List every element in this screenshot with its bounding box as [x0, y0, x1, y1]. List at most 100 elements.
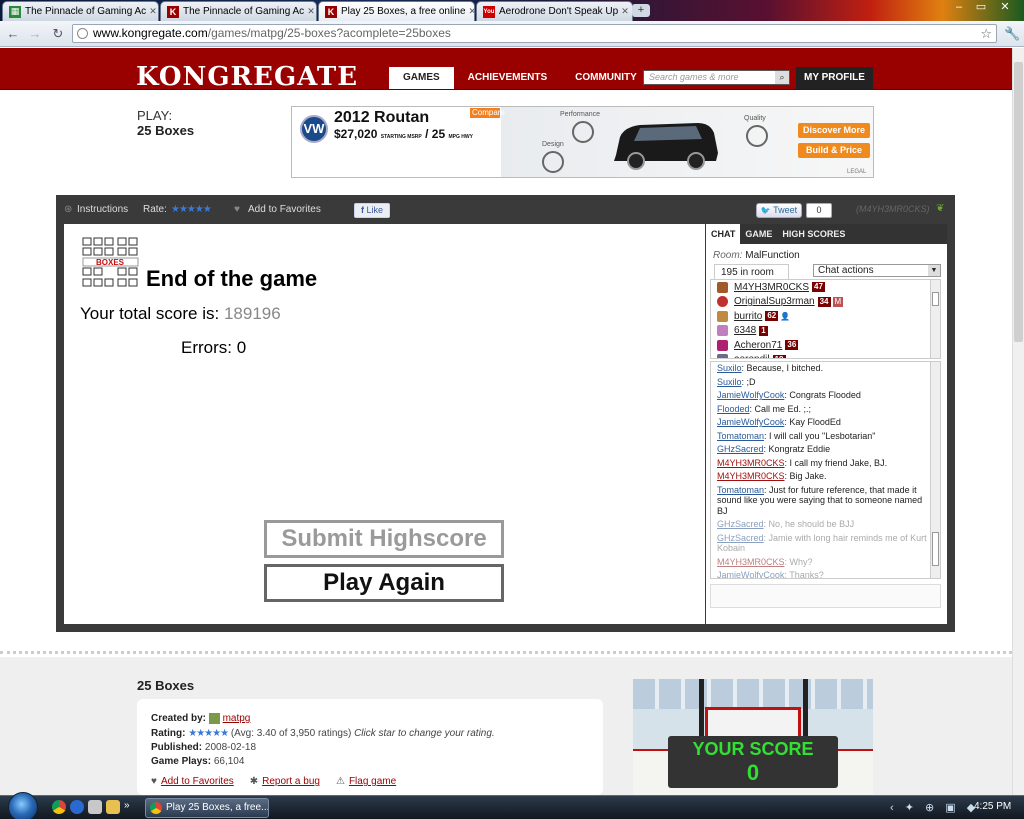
browser-tab[interactable]: You Aerodrone Don't Speak Up ✕	[476, 1, 633, 21]
nav-community[interactable]: COMMUNITY	[561, 67, 651, 89]
build-price-button[interactable]: Build & Price	[798, 143, 870, 158]
chat-scrollbar[interactable]	[930, 362, 940, 578]
rate-stars[interactable]: ★★★★★	[171, 204, 212, 215]
creator-link[interactable]: matpg	[223, 713, 251, 724]
boxes-logo-text: BOXES	[96, 258, 125, 267]
close-tab-icon[interactable]: ✕	[304, 6, 315, 17]
discover-more-button[interactable]: Discover More	[798, 123, 870, 138]
my-profile-button[interactable]: MY PROFILE	[796, 67, 873, 89]
facebook-like-button[interactable]: f Like	[354, 203, 390, 218]
chat-message-author[interactable]: Suxilo	[717, 363, 742, 373]
bookmark-star-icon[interactable]: ☆	[980, 25, 992, 42]
report-bug-action[interactable]: ✱ Report a bug	[250, 776, 320, 787]
site-header: KONGREGATE GAMES ACHIEVEMENTS COMMUNITY …	[0, 48, 1012, 92]
chat-message-text: : I will call you "Lesbotarian"	[764, 430, 876, 441]
tweet-button[interactable]: 🐦 Tweet	[756, 203, 802, 218]
user-list-scrollbar[interactable]	[930, 280, 940, 358]
chat-message-author[interactable]: M4YH3MR0CKS	[717, 471, 785, 481]
browser-tab[interactable]: K The Pinnacle of Gaming Ac ✕	[160, 1, 317, 21]
rating-row: Rating: ★★★★★ (Avg: 3.40 of 3,950 rating…	[151, 728, 495, 739]
chat-message-author[interactable]: Tomatoman	[717, 485, 764, 495]
search-input[interactable]: Search games & more ⌕	[643, 70, 790, 85]
browser-tab[interactable]: ▦ The Pinnacle of Gaming Ac ✕	[2, 1, 159, 21]
chat-message-author[interactable]: M4YH3MR0CKS	[717, 458, 785, 468]
chat-actions-select[interactable]: Chat actions ▼	[813, 264, 941, 277]
instructions-link[interactable]: Instructions	[77, 204, 128, 215]
chat-message-author[interactable]: M4YH3MR0CKS	[717, 557, 785, 567]
avatar	[717, 310, 728, 322]
wrench-icon[interactable]: 🔧	[1004, 26, 1020, 42]
ad-compare-button[interactable]: Compare	[470, 108, 505, 118]
kongregate-logo[interactable]: KONGREGATE	[136, 62, 358, 92]
game-thumbnail[interactable]: YOUR SCORE 0	[633, 679, 873, 795]
scrollbar-thumb[interactable]	[1014, 62, 1023, 342]
address-bar[interactable]: www.kongregate.com/games/matpg/25-boxes?…	[72, 24, 997, 43]
performance-dial-icon	[572, 121, 594, 143]
game-canvas[interactable]: BOXES End of the game Your total score i…	[64, 224, 705, 624]
new-tab-button[interactable]: +	[632, 4, 650, 17]
chat-message-author[interactable]: GHzSacred	[717, 533, 764, 543]
tab-game[interactable]: GAME	[740, 224, 777, 244]
chat-message-author[interactable]: JamieWolfyCook	[717, 390, 784, 400]
user-list-item[interactable]: Acheron71 36	[711, 338, 940, 353]
user-list-item[interactable]: OriginalSup3rman 34 M	[711, 295, 940, 310]
page-scrollbar[interactable]	[1012, 48, 1024, 795]
room-count-tab[interactable]: 195 in room	[714, 264, 789, 279]
chat-message-author[interactable]: Flooded	[717, 404, 750, 414]
windows-taskbar: » Play 25 Boxes, a free... ‹ ✦ ⊕ ▣ ◆ 4:2…	[0, 792, 1024, 819]
chat-message-text: : ;D	[741, 376, 756, 387]
chat-message-author[interactable]: JamieWolfyCook	[717, 570, 784, 578]
maximize-button[interactable]: ▭	[970, 0, 992, 16]
reload-icon[interactable]: ↻	[50, 26, 66, 42]
chat-message: M4YH3MR0CKS: Why?	[711, 556, 940, 570]
tab-high-scores[interactable]: HIGH SCORES	[777, 224, 850, 244]
your-score-label: YOUR SCORE	[692, 739, 814, 759]
search-icon[interactable]: ⌕	[775, 71, 789, 84]
taskbar-overflow-icon[interactable]: »	[124, 800, 138, 814]
forward-icon[interactable]: →	[27, 26, 43, 42]
username-label[interactable]: (M4YH3MR0CKS)	[856, 204, 930, 214]
flag-game-action[interactable]: ⚠ Flag game	[336, 776, 396, 787]
instructions-icon: ⊛	[64, 204, 73, 215]
submit-highscore-button[interactable]: Submit Highscore	[264, 520, 504, 558]
play-again-button[interactable]: Play Again	[264, 564, 504, 602]
close-tab-icon[interactable]: ✕	[466, 6, 474, 17]
rating-stars[interactable]: ★★★★★	[188, 728, 229, 739]
tab-chat[interactable]: CHAT	[706, 224, 741, 244]
system-tray-icons[interactable]: ‹ ✦ ⊕ ▣ ◆	[890, 801, 979, 814]
chat-message-author[interactable]: Tomatoman	[717, 431, 764, 441]
folder-icon[interactable]	[106, 800, 120, 814]
minimize-button[interactable]: –	[948, 0, 970, 16]
user-list-item[interactable]: 6348 1	[711, 324, 940, 339]
ad-label-quality: Quality	[744, 115, 766, 122]
close-window-button[interactable]: ✕	[994, 0, 1016, 16]
chat-message-author[interactable]: Suxilo	[717, 377, 742, 387]
user-list-item[interactable]: burrito 62 👤	[711, 309, 940, 324]
clock[interactable]: 4:25 PM	[974, 801, 1011, 812]
chat-message-author[interactable]: JamieWolfyCook	[717, 417, 784, 427]
chat-panel: CHAT GAME HIGH SCORES Room: MalFunction …	[706, 224, 947, 624]
nav-achievements[interactable]: ACHIEVEMENTS	[454, 67, 561, 89]
advertisement-banner[interactable]: VW 2012 Routan $27,020 STARTING MSRP / 2…	[291, 106, 874, 178]
browser-tab-active[interactable]: K Play 25 Boxes, a free online ✕	[318, 1, 475, 21]
chat-input[interactable]	[710, 584, 941, 608]
spreadsheet-icon: ▦	[9, 5, 21, 18]
ad-legal[interactable]: LEGAL	[847, 169, 866, 175]
add-favorites-action[interactable]: ♥ Add to Favorites	[151, 776, 234, 787]
taskbar-chrome-window[interactable]: Play 25 Boxes, a free...	[145, 798, 269, 818]
add-favorites-link[interactable]: Add to Favorites	[248, 204, 321, 215]
start-button[interactable]	[8, 792, 38, 819]
user-list-item[interactable]: M4YH3MR0CKS 47	[711, 280, 940, 295]
user-list-item[interactable]: aerendil19	[711, 353, 940, 358]
chat-message-author[interactable]: GHzSacred	[717, 519, 764, 529]
chrome-icon[interactable]	[52, 800, 66, 814]
internet-explorer-icon[interactable]	[70, 800, 84, 814]
settings-icon[interactable]	[88, 800, 102, 814]
close-tab-icon[interactable]: ✕	[618, 6, 629, 17]
nav-games[interactable]: GAMES	[389, 67, 454, 89]
back-icon[interactable]: ←	[5, 26, 21, 42]
tab-title: Aerodrone Don't Speak Up	[499, 6, 619, 17]
chat-tabs: CHAT GAME HIGH SCORES	[706, 224, 947, 244]
close-tab-icon[interactable]: ✕	[146, 6, 157, 17]
chat-message-author[interactable]: GHzSacred	[717, 444, 764, 454]
